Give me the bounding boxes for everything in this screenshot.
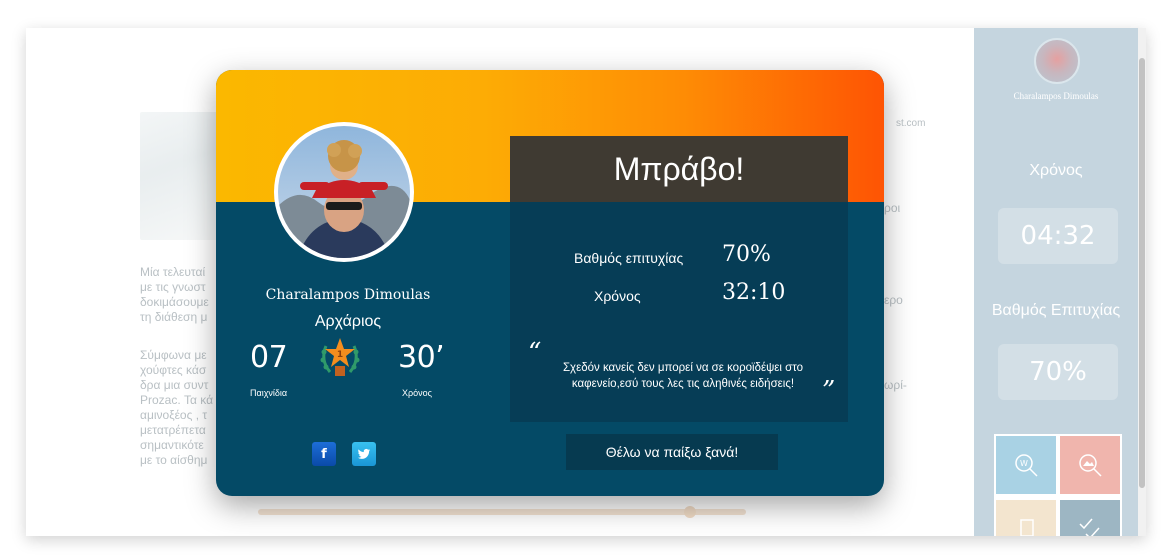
- play-again-button[interactable]: Θέλω να παίξω ξανά!: [566, 434, 778, 470]
- star-medal-icon: 1: [320, 338, 360, 376]
- sidebar-score-label: Βαθμός Επιτυχίας: [991, 302, 1121, 319]
- search-icon: W: [1015, 454, 1038, 477]
- tile-check[interactable]: [1060, 500, 1120, 536]
- score-value: 70%: [722, 242, 771, 267]
- sidebar-user-name: Charalampos Dimoulas: [1013, 91, 1099, 101]
- time-label: Χρόνος: [594, 288, 641, 304]
- game-sidebar: Charalampos Dimoulas Χρόνος 04:32 Βαθμός…: [974, 28, 1138, 536]
- article-fragment-right-2: ερο: [884, 293, 903, 307]
- svg-text:1: 1: [337, 350, 343, 360]
- player-avatar: [274, 122, 414, 262]
- article-paragraph-1: Μία τελευταί με τις γνωστ δοκιμάσουμε τη…: [140, 265, 209, 324]
- games-count: 07: [250, 340, 288, 375]
- minutes-label: Χρόνος: [402, 388, 432, 398]
- player-name: Charalampos Dimoulas: [265, 287, 431, 303]
- tile-document[interactable]: [996, 500, 1056, 536]
- twitter-share-button[interactable]: [352, 442, 376, 466]
- sidebar-score-value: 70%: [998, 344, 1118, 400]
- time-value: 32:10: [722, 280, 786, 305]
- sidebar-time-value: 04:32: [998, 208, 1118, 264]
- results-panel: Μπράβο! Βαθμός επιτυχίας 70% Χρόνος 32:1…: [510, 136, 848, 422]
- article-paragraph-2: Σύμφωνα με χούφτες κάσ δρα μια συντ Proz…: [140, 348, 214, 467]
- tile-image-search[interactable]: [1060, 436, 1120, 494]
- sidebar-tiles: W: [994, 434, 1122, 536]
- article-fragment-right-3: ωρί-: [884, 378, 907, 392]
- facebook-share-button[interactable]: f: [312, 442, 336, 466]
- tile-search[interactable]: W: [996, 436, 1056, 494]
- article-source-fragment: st.com: [896, 118, 926, 129]
- player-rank: Αρχάριος: [314, 313, 382, 330]
- article-slider[interactable]: [258, 506, 746, 518]
- results-title: Μπράβο!: [510, 136, 848, 202]
- result-modal: Charalampos Dimoulas Αρχάριος 07 Παιχνίδ…: [216, 70, 884, 496]
- checkmarks-icon: [1079, 518, 1100, 536]
- games-label: Παιχνίδια: [250, 388, 288, 398]
- sidebar-avatar[interactable]: [1034, 38, 1080, 84]
- quote-close-mark: ”: [822, 376, 836, 406]
- minutes-count: 30’: [398, 340, 445, 375]
- article-fragment-right-1: ροι: [884, 201, 901, 215]
- twitter-bird-icon: [357, 448, 371, 459]
- scrollbar-thumb[interactable]: [1139, 58, 1145, 488]
- player-photo: [278, 126, 410, 258]
- score-label: Βαθμός επιτυχίας: [574, 250, 684, 266]
- document-icon: [1020, 519, 1034, 536]
- sidebar-time-label: Χρόνος: [1029, 162, 1083, 179]
- image-search-icon: [1079, 454, 1102, 477]
- result-quote: Σχεδόν κανείς δεν μπορεί να σε κοροϊδέψε…: [562, 362, 804, 390]
- svg-text:W: W: [1020, 459, 1028, 468]
- facebook-icon: f: [321, 446, 327, 462]
